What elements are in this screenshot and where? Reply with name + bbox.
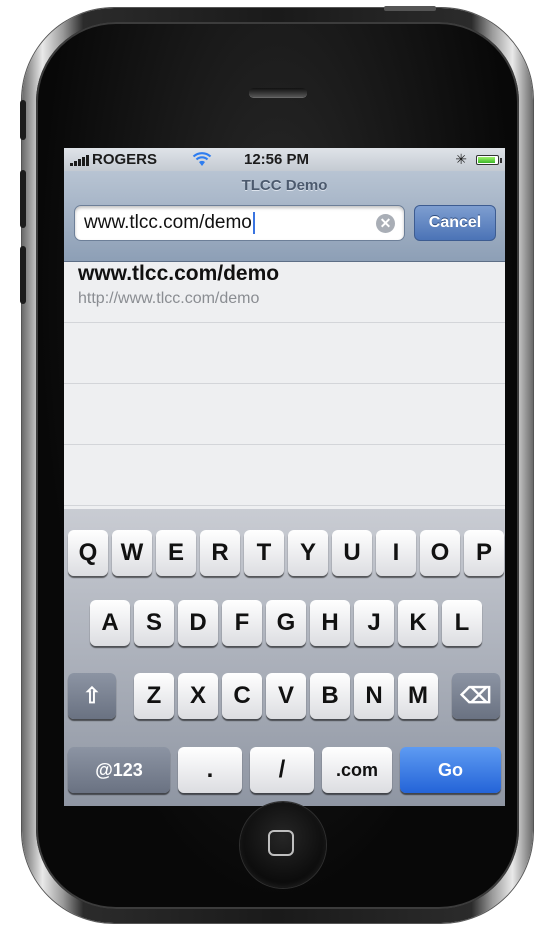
backspace-key[interactable]: ⌫ [452,673,500,719]
earpiece-speaker [249,88,307,97]
key-g[interactable]: G [266,600,306,646]
key-w[interactable]: W [112,530,152,576]
page-title: TLCC Demo [241,177,328,194]
key-d[interactable]: D [178,600,218,646]
volume-down-button [20,246,26,304]
url-input-text[interactable]: www.tlcc.com/demo [84,206,255,240]
key-z[interactable]: Z [134,673,174,719]
key-m[interactable]: M [398,673,438,719]
empty-row [64,323,505,384]
key-a[interactable]: A [90,600,130,646]
bluetooth-icon: ✳ [455,151,467,167]
screen: ROGERS 12:56 PM ✳ TLCC Demo www.tlcc.com… [64,148,505,806]
url-bar: TLCC Demo www.tlcc.com/demo ✕ Cancel [64,171,505,262]
key-t[interactable]: T [244,530,284,576]
key-h[interactable]: H [310,600,350,646]
home-button[interactable] [240,802,326,888]
battery-level [478,157,495,163]
suggestion-url: http://www.tlcc.com/demo [78,290,260,307]
empty-row [64,384,505,445]
key-u[interactable]: U [332,530,372,576]
key-k[interactable]: K [398,600,438,646]
signal-icon [70,155,90,166]
empty-row [64,445,505,506]
key-j[interactable]: J [354,600,394,646]
key-c[interactable]: C [222,673,262,719]
suggestion-list: www.tlcc.com/demo http://www.tlcc.com/de… [64,262,505,509]
status-time: 12:56 PM [244,151,310,168]
go-key[interactable]: Go [400,747,501,793]
key-q[interactable]: Q [68,530,108,576]
key-e[interactable]: E [156,530,196,576]
numbers-key[interactable]: @123 [68,747,170,793]
url-input[interactable]: www.tlcc.com/demo ✕ [74,205,405,241]
mute-switch [20,100,26,140]
key-p[interactable]: P [464,530,504,576]
cancel-button[interactable]: Cancel [414,205,496,241]
key-o[interactable]: O [420,530,460,576]
key-y[interactable]: Y [288,530,328,576]
battery-icon [476,155,502,165]
carrier-name: ROGERS [92,151,158,168]
text-caret [252,211,255,234]
status-bar: ROGERS 12:56 PM ✳ [64,148,505,171]
shift-key[interactable]: ⇧ [68,673,116,719]
home-square-icon [268,830,294,856]
key-n[interactable]: N [354,673,394,719]
suggestion-item[interactable]: www.tlcc.com/demo http://www.tlcc.com/de… [64,262,505,323]
keyboard: Q W E R T Y U I O P A S D F G H J K L ⇧ … [64,509,505,806]
url-value: www.tlcc.com/demo [84,212,252,233]
slash-key[interactable]: / [250,747,314,793]
volume-up-button [20,170,26,228]
key-l[interactable]: L [442,600,482,646]
key-r[interactable]: R [200,530,240,576]
key-i[interactable]: I [376,530,416,576]
key-s[interactable]: S [134,600,174,646]
key-v[interactable]: V [266,673,306,719]
dot-key[interactable]: . [178,747,242,793]
key-f[interactable]: F [222,600,262,646]
dotcom-key[interactable]: .com [322,747,392,793]
sleep-button [384,6,436,11]
key-x[interactable]: X [178,673,218,719]
key-b[interactable]: B [310,673,350,719]
suggestion-title: www.tlcc.com/demo [78,262,280,285]
clear-input-button[interactable]: ✕ [376,214,395,233]
